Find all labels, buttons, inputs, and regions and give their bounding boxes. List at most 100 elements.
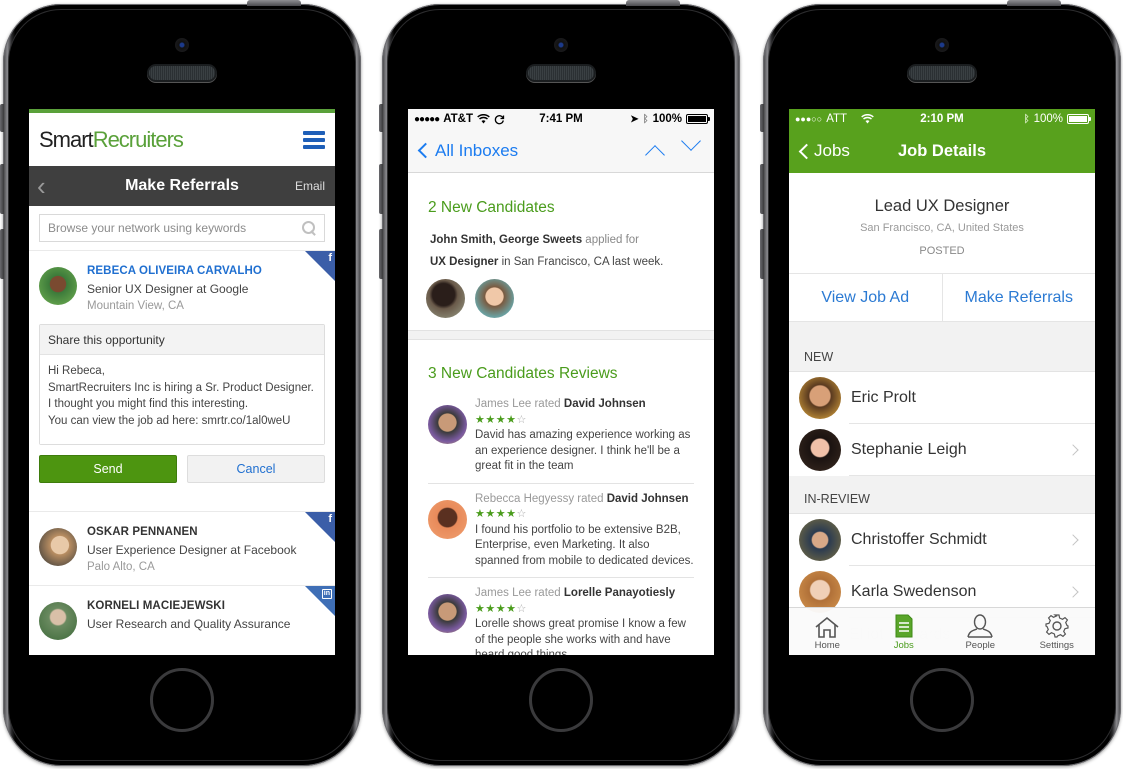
review-item[interactable]: Rebecca Hegyessy rated David Johnsen ★★★…: [428, 492, 694, 578]
front-camera: [554, 38, 568, 52]
phone-referrals-web: SmartRecruiters ‹ Make Referrals Email R…: [0, 0, 361, 766]
back-label: Jobs: [814, 141, 850, 160]
battery-percent: 100%: [1033, 113, 1063, 125]
contact-item[interactable]: KORNELI MACIEJEWSKI User Research and Qu…: [29, 585, 335, 652]
tab-home[interactable]: Home: [789, 608, 866, 655]
new-candidates-section: 2 New Candidates John Smith, George Swee…: [408, 173, 714, 326]
mail-nav-bar: All Inboxes: [408, 129, 714, 173]
candidate-name: David Johnsen: [606, 492, 689, 505]
chevron-right-icon: [1067, 586, 1079, 598]
search-input[interactable]: [48, 221, 302, 235]
page-title: Make Referrals: [125, 177, 239, 194]
contact-location: Palo Alto, CA: [87, 561, 155, 573]
send-button[interactable]: Send: [39, 455, 177, 483]
avatar: [39, 267, 77, 305]
power-button: [247, 0, 301, 6]
make-referrals-button[interactable]: Make Referrals: [941, 274, 1096, 321]
chevron-up-icon[interactable]: [645, 144, 665, 165]
rated-label: rated: [534, 398, 561, 410]
battery-percent: 100%: [652, 113, 682, 125]
signal-strength-icon: ●●●●●: [414, 113, 440, 125]
section-divider: [408, 330, 714, 340]
candidate-avatar[interactable]: [426, 279, 465, 318]
earpiece-speaker: [909, 66, 975, 80]
candidate-row[interactable]: Stephanie Leigh: [789, 424, 1095, 476]
volume-up-button: [0, 164, 4, 214]
document-icon: [895, 614, 913, 638]
gear-icon: [1045, 614, 1069, 638]
contact-item[interactable]: OSKAR PENNANEN User Experience Designer …: [29, 511, 335, 585]
mute-switch: [760, 104, 764, 132]
back-label: All Inboxes: [435, 140, 519, 160]
search-field[interactable]: [39, 214, 325, 242]
candidate-avatar[interactable]: [475, 279, 514, 318]
contact-name[interactable]: OSKAR PENNANEN: [87, 526, 325, 538]
carrier-label: ATT: [826, 113, 848, 125]
volume-down-button: [760, 229, 764, 279]
avatar: [799, 377, 841, 419]
share-actions: Send Cancel: [29, 445, 335, 511]
view-job-ad-button[interactable]: View Job Ad: [789, 274, 942, 321]
share-message-textarea[interactable]: [40, 355, 324, 444]
tab-people[interactable]: People: [942, 608, 1019, 655]
tab-bar: Home Jobs People Settings: [789, 607, 1095, 655]
section-heading: 2 New Candidates: [428, 199, 555, 216]
position-name[interactable]: UX Designer: [430, 256, 498, 268]
chevron-down-icon[interactable]: [681, 130, 701, 151]
review-text: I found his portfolio to be extensive B2…: [475, 523, 694, 567]
job-summary: Lead UX Designer San Francisco, CA, Unit…: [789, 173, 1095, 274]
avatar: [39, 528, 77, 566]
wifi-icon: [861, 114, 874, 124]
volume-down-button: [0, 229, 4, 279]
home-button[interactable]: [150, 668, 214, 732]
chevron-left-icon[interactable]: ‹: [29, 173, 59, 199]
home-button[interactable]: [910, 668, 974, 732]
screen-job-details: ●●●○○ ATT 2:10 PM ᛒ 100% Jobs Job Detail…: [789, 109, 1095, 655]
candidate-row[interactable]: Christoffer Schmidt: [789, 514, 1095, 566]
logo-text-recruiters: Recruiters: [92, 126, 184, 152]
chevron-left-icon: [798, 143, 815, 159]
share-opportunity-panel: Share this opportunity: [39, 324, 325, 445]
candidate-row[interactable]: Eric Prolt: [789, 372, 1095, 424]
screen-make-referrals: SmartRecruiters ‹ Make Referrals Email R…: [29, 109, 335, 655]
review-item[interactable]: James Lee rated Lorelle Panayotiesly ★★★…: [428, 586, 694, 655]
candidate-name: Stephanie Leigh: [851, 441, 967, 458]
wifi-icon: [477, 114, 490, 124]
avatar: [799, 429, 841, 471]
section-header-new: NEW: [789, 322, 1095, 372]
job-location: San Francisco, CA, United States: [860, 222, 1024, 234]
applied-for-text: applied for: [585, 234, 640, 246]
app-header: SmartRecruiters: [29, 113, 335, 166]
candidate-names[interactable]: John Smith, George Sweets: [430, 234, 582, 246]
chevron-right-icon: [1067, 444, 1079, 456]
review-item[interactable]: James Lee rated David Johnsen ★★★★☆ Davi…: [428, 397, 694, 484]
candidate-name: Lorelle Panayotiesly: [563, 587, 676, 599]
star-rating: ★★★★☆: [475, 602, 527, 615]
email-button[interactable]: Email: [295, 179, 335, 193]
cancel-button[interactable]: Cancel: [187, 455, 325, 483]
review-text: Lorelle shows great promise I know a few…: [475, 618, 686, 655]
contact-name[interactable]: REBECA OLIVEIRA CARVALHO: [87, 265, 325, 277]
mute-switch: [379, 104, 383, 132]
tab-jobs[interactable]: Jobs: [866, 608, 943, 655]
logo-text-smart: Smart: [39, 126, 94, 152]
home-button[interactable]: [529, 668, 593, 732]
tab-settings[interactable]: Settings: [1019, 608, 1096, 655]
all-inboxes-back-button[interactable]: All Inboxes: [416, 141, 518, 161]
power-button: [626, 0, 680, 6]
earpiece-speaker: [149, 66, 215, 80]
star-rating: ★★★★☆: [475, 413, 527, 426]
contact-location: Mountain View, CA: [87, 300, 184, 312]
contact-item[interactable]: REBECA OLIVEIRA CARVALHO Senior UX Desig…: [29, 250, 335, 324]
jobs-back-button[interactable]: Jobs: [797, 141, 850, 161]
rated-label: rated: [577, 492, 604, 505]
smartrecruiters-logo[interactable]: SmartRecruiters: [39, 126, 184, 153]
search-icon[interactable]: [302, 221, 316, 235]
nav-bar: Jobs Job Details: [789, 129, 1095, 173]
status-bar: ●●●●● AT&T 7:41 PM ➤ ᛒ 100%: [408, 109, 714, 129]
contact-title: User Experience Designer at Facebook: [87, 543, 297, 557]
location-icon: ➤: [630, 113, 639, 125]
contact-name[interactable]: KORNELI MACIEJEWSKI: [87, 600, 325, 612]
reviews-section: 3 New Candidates Reviews James Lee rated…: [408, 340, 714, 655]
hamburger-menu-icon[interactable]: [303, 130, 325, 149]
